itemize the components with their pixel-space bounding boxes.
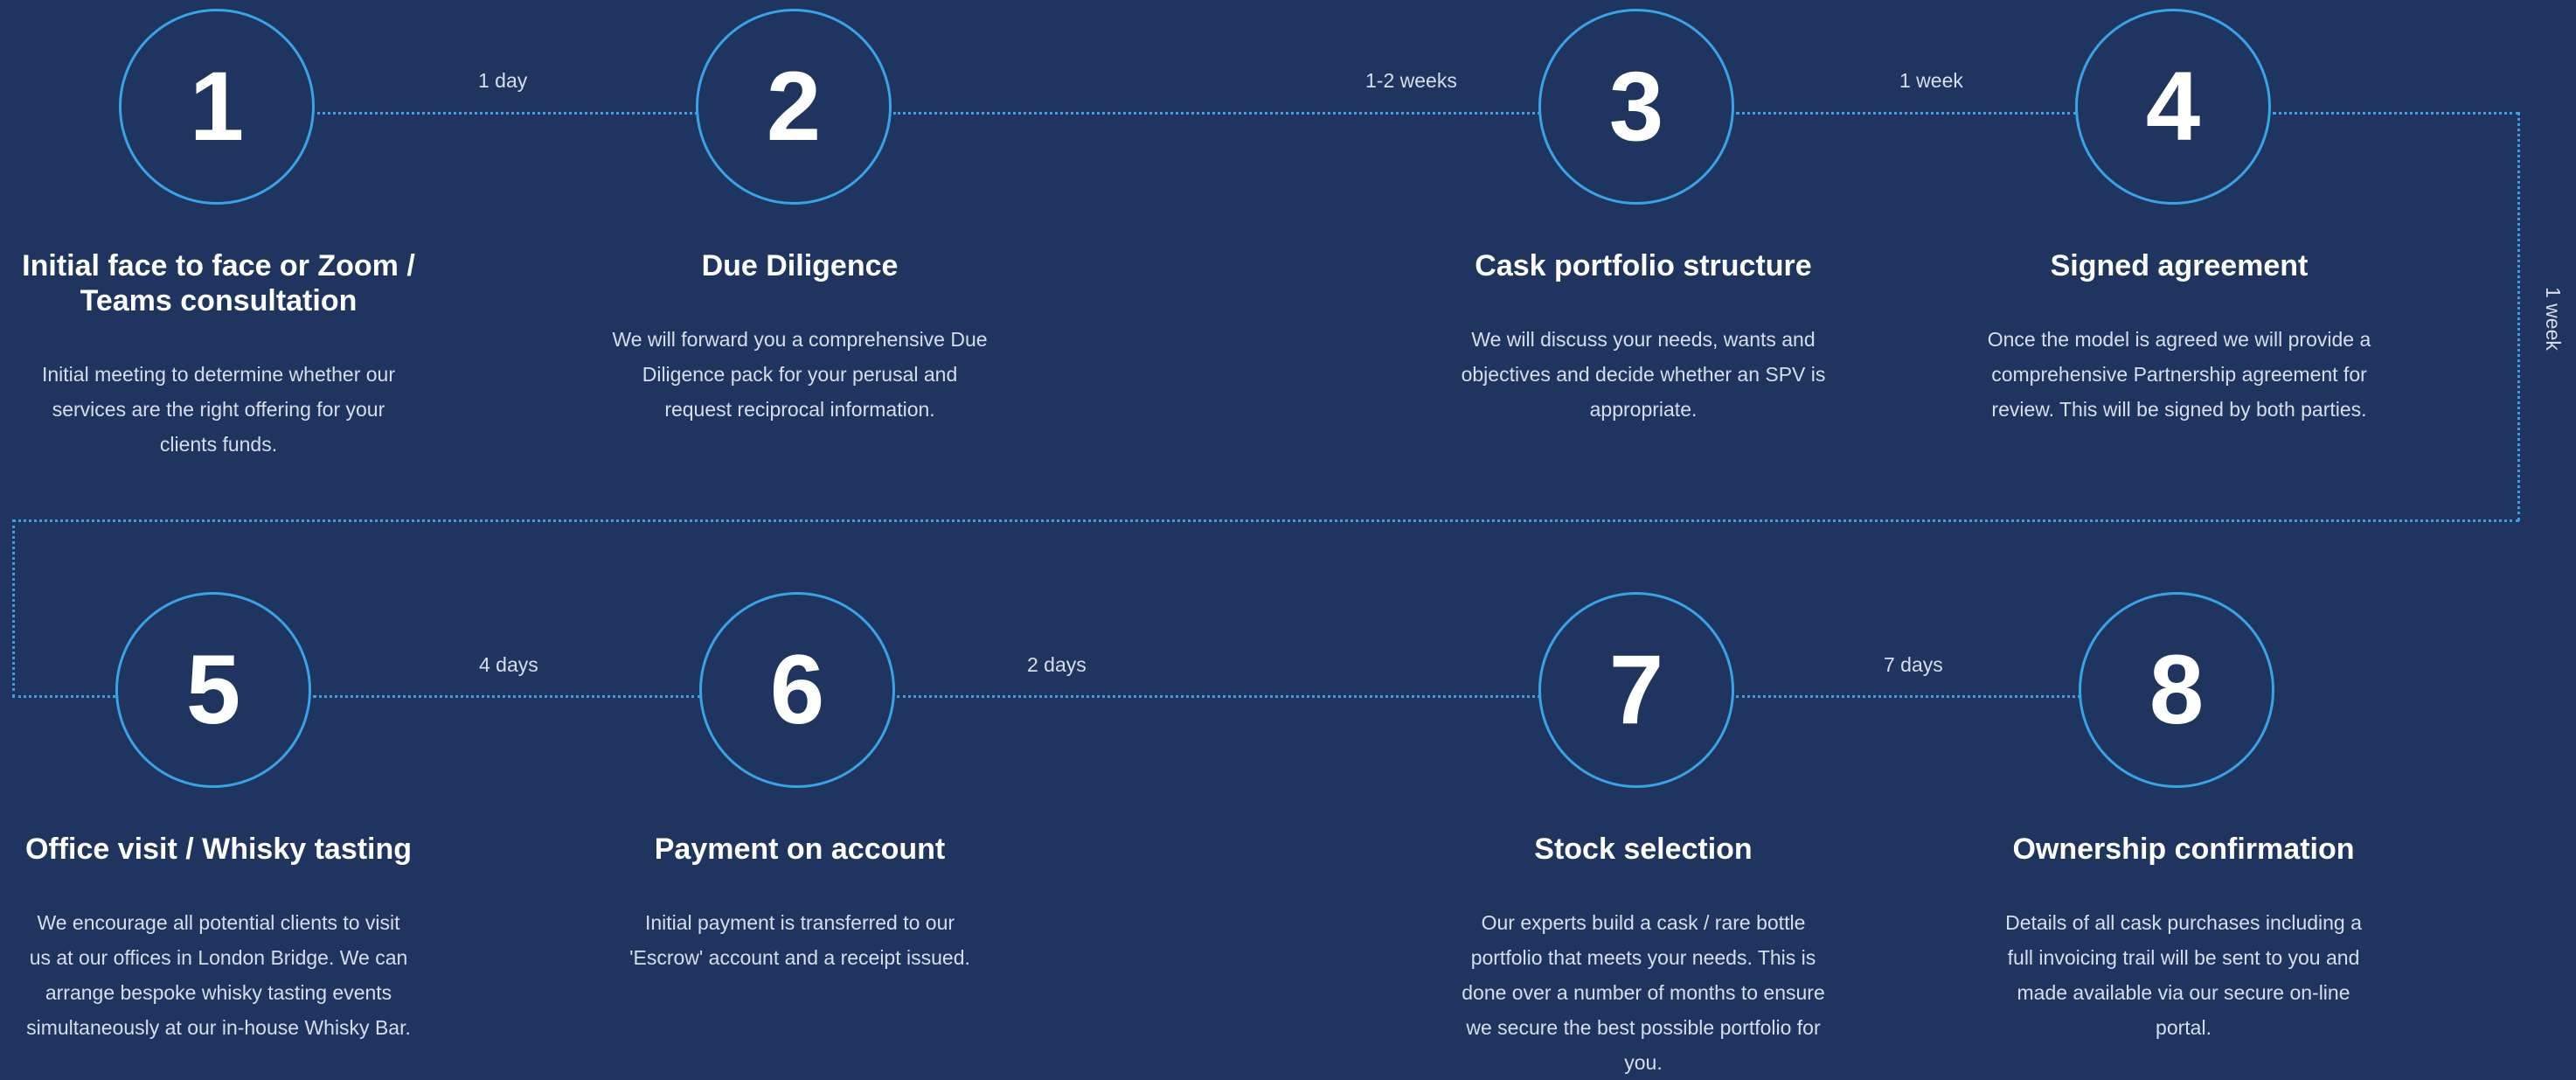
step-1-number: 1 — [119, 9, 315, 205]
step-7-number: 7 — [1538, 592, 1734, 788]
step-4-description: Once the model is agreed we will provide… — [1987, 328, 2371, 421]
step-3-description: We will discuss your needs, wants and ob… — [1461, 328, 1826, 421]
step-2-number: 2 — [696, 9, 892, 205]
connector-return-top — [12, 519, 2519, 522]
step-4-number: 4 — [2075, 9, 2271, 205]
duration-6-7: 2 days — [1027, 653, 1087, 676]
step-2-title: Due Diligence — [701, 249, 899, 282]
connector-left-vertical — [12, 519, 15, 697]
step-6-description: Initial payment is transferred to our 'E… — [629, 911, 970, 969]
step-5-title: Office visit / Whisky tasting — [24, 833, 413, 866]
duration-7-8: 7 days — [1884, 653, 1943, 676]
connector-7-8 — [1736, 695, 2080, 698]
step-5-description: We encourage all potential clients to vi… — [26, 911, 411, 1039]
connector-5-6 — [313, 695, 701, 698]
connector-1-2 — [317, 112, 698, 115]
duration-3-4: 1 week — [1899, 69, 1963, 92]
step-3-title: Cask portfolio structure — [1475, 249, 1812, 282]
step-8-title: Ownership confirmation — [2012, 833, 2355, 866]
process-timeline: 1 day 1-2 weeks 1 week 1 week 4 days 2 d… — [0, 0, 2576, 1074]
connector-right-vertical — [2517, 112, 2520, 521]
step-5-number: 5 — [115, 592, 311, 788]
connector-2-3 — [893, 112, 1540, 115]
step-8-number: 8 — [2079, 592, 2274, 788]
connector-6-7 — [897, 695, 1540, 698]
step-6-title: Payment on account — [654, 833, 946, 866]
connector-4-right — [2273, 112, 2519, 115]
step-4-title: Signed agreement — [2050, 249, 2309, 282]
connector-left-5 — [12, 695, 115, 698]
step-3-number: 3 — [1538, 9, 1734, 205]
connector-3-4 — [1736, 112, 2077, 115]
duration-2-3: 1-2 weeks — [1365, 69, 1457, 92]
step-6-number: 6 — [699, 592, 895, 788]
step-1-title: Initial face to face or Zoom / Teams con… — [22, 249, 415, 317]
step-7-description: Our experts build a cask / rare bottle p… — [1462, 911, 1825, 1074]
step-7-title: Stock selection — [1534, 833, 1753, 866]
step-8-description: Details of all cask purchases including … — [2005, 911, 2362, 1039]
step-2-description: We will forward you a comprehensive Due … — [612, 328, 988, 421]
duration-5-6: 4 days — [479, 653, 538, 676]
step-1-description: Initial meeting to determine whether our… — [42, 363, 395, 456]
duration-1-2: 1 day — [478, 69, 528, 92]
duration-4-5: 1 week — [2542, 287, 2565, 351]
